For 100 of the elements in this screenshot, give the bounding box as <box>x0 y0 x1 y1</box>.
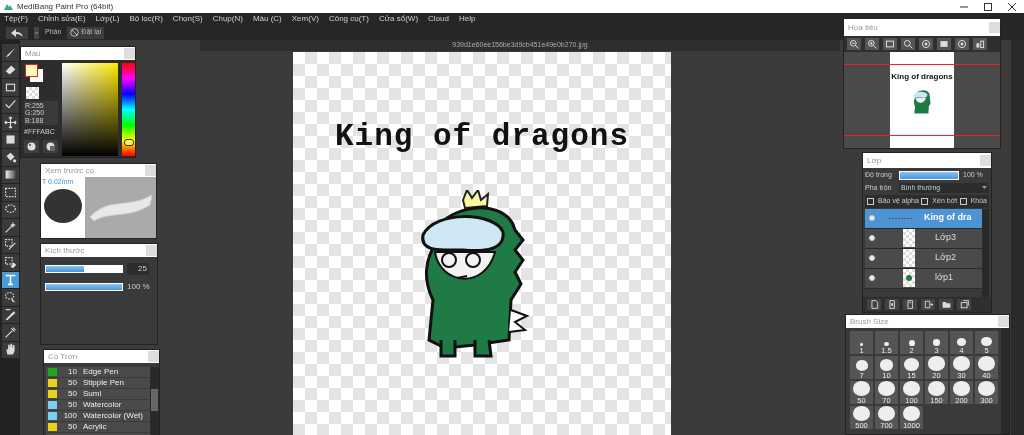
brush-list-item[interactable]: 50 Acrylic <box>46 422 150 433</box>
size-slider[interactable] <box>45 265 123 273</box>
transparent-color-swatch[interactable] <box>26 87 39 99</box>
tool-button[interactable] <box>1 271 19 288</box>
zoom-out-icon <box>849 39 859 49</box>
layer-row[interactable]: lớp1 <box>865 268 982 289</box>
brush-dot-icon <box>978 381 995 396</box>
layer-toolbar-button[interactable] <box>903 299 917 310</box>
navigator-button[interactable] <box>901 38 915 50</box>
fit-icon <box>885 39 895 49</box>
layer-thumbnail <box>903 269 915 287</box>
scrollbar[interactable] <box>1011 40 1024 435</box>
tool-button[interactable] <box>1 184 19 201</box>
maximize-icon[interactable] <box>984 2 992 11</box>
tool-button[interactable] <box>1 219 19 236</box>
visibility-dot-icon[interactable] <box>869 215 875 221</box>
palette-icon <box>46 141 55 151</box>
menu-item[interactable]: Cửa sổ(W) <box>378 15 419 23</box>
tool-button[interactable] <box>1 96 19 113</box>
gradient-icon <box>3 168 17 182</box>
menu-item[interactable]: Help <box>458 15 476 23</box>
menu-item[interactable]: Công cụ(T) <box>328 15 369 23</box>
eyedropper-icon <box>3 325 17 339</box>
menu-item[interactable]: Cloud <box>428 15 449 23</box>
brush-dot-icon <box>908 340 915 346</box>
color-swatches[interactable] <box>24 63 44 83</box>
layer-row[interactable]: Lớp2 <box>865 248 982 269</box>
brush-dot-icon <box>953 356 970 371</box>
palette-button[interactable] <box>24 139 39 153</box>
navigator-button[interactable] <box>883 38 897 50</box>
opacity-slider[interactable] <box>45 283 123 291</box>
navigator-page-preview[interactable]: King of dragons <box>890 52 954 148</box>
tool-button[interactable] <box>1 324 19 341</box>
brush-dot-icon <box>932 339 941 346</box>
layer-thumbnail <box>903 249 915 267</box>
tool-button[interactable] <box>1 149 19 166</box>
menu-item[interactable]: Tệp(F) <box>4 15 28 23</box>
saturation-value-square[interactable] <box>62 63 118 156</box>
tool-button[interactable] <box>1 131 19 148</box>
layer-toolbar-button[interactable] <box>867 299 881 310</box>
navigator-button[interactable] <box>865 38 879 50</box>
scrollbar[interactable] <box>150 367 159 435</box>
canvas[interactable]: King of dragons <box>293 52 671 435</box>
undo-button[interactable] <box>6 26 28 39</box>
visibility-dot-icon[interactable] <box>869 275 875 281</box>
tool-button[interactable] <box>1 236 19 253</box>
scrollbar[interactable] <box>1001 328 1009 434</box>
menu-item[interactable]: Lớp(L) <box>95 15 120 23</box>
tool-button[interactable] <box>1 114 19 131</box>
layer-toolbar-button[interactable] <box>939 299 953 310</box>
layer-row[interactable]: Lớp3 <box>865 228 982 249</box>
scrollbar[interactable] <box>982 208 989 297</box>
menu-item[interactable]: Xem(V) <box>291 15 319 23</box>
layer-toolbar-button[interactable] <box>885 299 899 310</box>
brush-list-item[interactable]: 50 Watercolor <box>46 400 150 411</box>
brush-list-item[interactable]: 50 Sumi <box>46 389 150 400</box>
brush-list-item[interactable]: 50 Stipple Pen <box>46 378 150 389</box>
brush-list-item[interactable]: 10 Edge Pen <box>46 367 150 378</box>
brush-list-item[interactable]: 100 Watercolor (Wet) <box>46 411 150 422</box>
brush-dot-icon <box>879 359 894 371</box>
menu-item[interactable]: Bộ lọc(R) <box>129 15 163 23</box>
navigator-button[interactable] <box>847 38 861 50</box>
menu-item[interactable]: Chỉnh sửa(E) <box>38 15 86 23</box>
window-title: MediBang Paint Pro (64bit) <box>17 0 114 13</box>
tool-button[interactable] <box>1 254 19 271</box>
rotate-icon <box>921 39 931 49</box>
paste-icon <box>905 300 915 309</box>
hand-icon <box>3 343 17 357</box>
menu-item[interactable]: Chọn(S) <box>172 15 203 23</box>
checkbox-square[interactable] <box>867 197 874 205</box>
checkbox-square[interactable] <box>959 197 967 205</box>
visibility-dot-icon[interactable] <box>869 235 875 241</box>
add-layer-icon <box>923 300 933 309</box>
menu-item[interactable]: Màu (C) <box>252 15 282 23</box>
menu-item[interactable]: Chụp(N) <box>212 15 243 23</box>
brush-dot-icon <box>903 381 920 396</box>
tool-button[interactable] <box>1 166 19 183</box>
tool-button[interactable] <box>1 306 19 323</box>
navigator-button[interactable] <box>937 38 951 50</box>
scrollbar-thumb[interactable] <box>151 389 158 411</box>
layer-opacity-slider[interactable] <box>899 170 959 180</box>
tool-button[interactable] <box>1 61 19 78</box>
layer-toolbar-button[interactable] <box>921 299 935 310</box>
palette-settings-button[interactable] <box>43 139 58 153</box>
tool-button[interactable] <box>1 44 19 61</box>
navigator-button[interactable] <box>919 38 933 50</box>
navigator-button[interactable] <box>955 38 969 50</box>
tool-button[interactable] <box>1 289 19 306</box>
tool-button[interactable] <box>1 201 19 218</box>
visibility-dot-icon[interactable] <box>869 255 875 261</box>
hue-thumb[interactable] <box>123 138 134 146</box>
undo-arrow-icon <box>11 28 23 37</box>
checkbox-square[interactable] <box>921 197 929 205</box>
tool-button[interactable] <box>1 341 19 358</box>
navigator-button[interactable] <box>973 38 987 50</box>
hue-strip[interactable] <box>121 63 135 156</box>
tool-button[interactable] <box>1 79 19 96</box>
layer-toolbar-button[interactable] <box>957 299 971 310</box>
opacity-reading: 100 % <box>127 281 150 293</box>
rotate-icon <box>957 39 967 49</box>
